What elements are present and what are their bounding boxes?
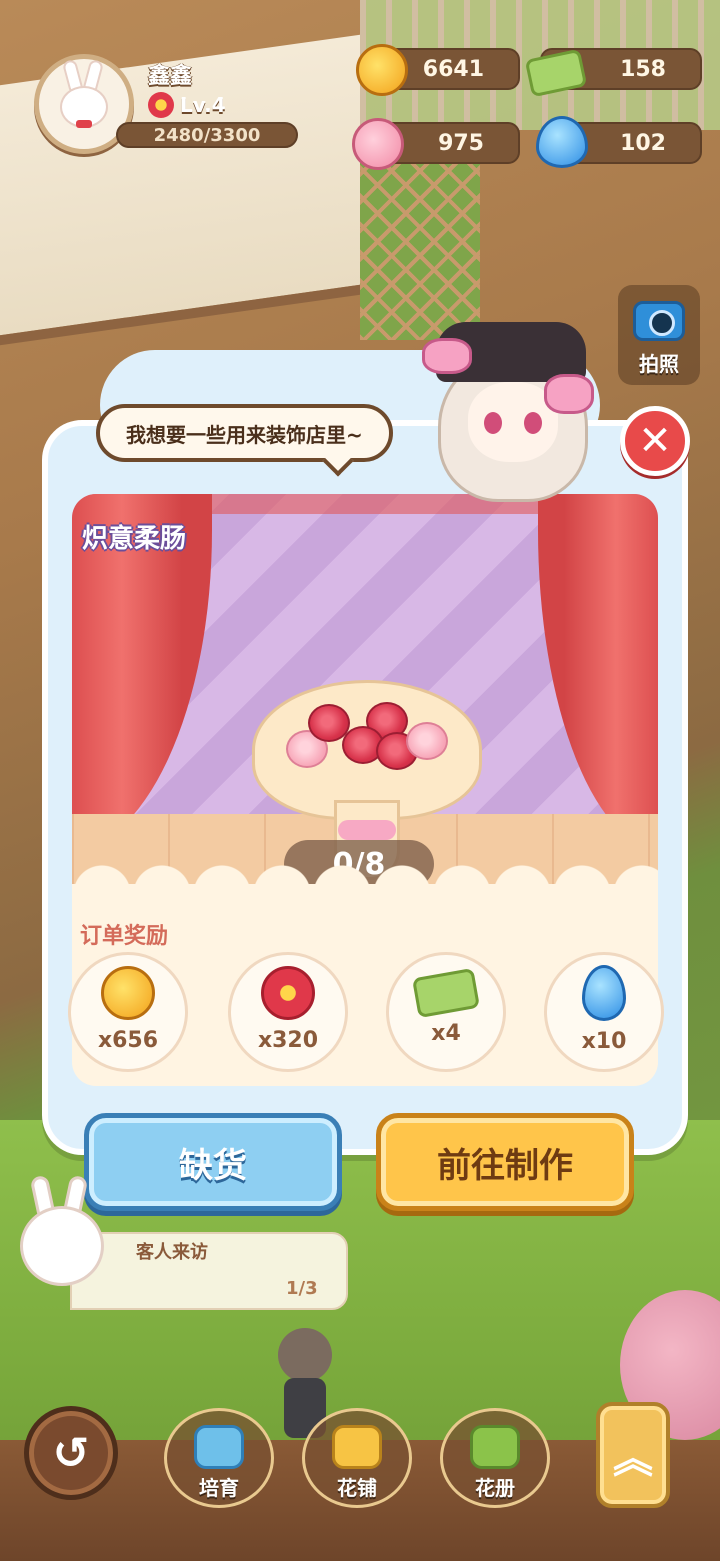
- nav-label: 花铺: [337, 1476, 377, 1500]
- xp-bar: 2480/3300: [116, 122, 298, 148]
- leaf-icon: [101, 965, 155, 1020]
- order-item-name: 炽意柔肠: [82, 524, 187, 554]
- expand-up-button[interactable]: ︽: [596, 1402, 670, 1508]
- nav-flower-shop[interactable]: 花铺: [302, 1408, 412, 1508]
- player-name: 鑫鑫: [148, 64, 193, 89]
- watering-can-icon: [194, 1425, 244, 1469]
- level-label: Lv.4: [180, 93, 226, 117]
- nav-label: 花册: [475, 1476, 515, 1500]
- reward-qty: x10: [581, 1028, 627, 1054]
- flower-icon: [261, 965, 315, 1020]
- bunny-task-icon: [10, 1174, 110, 1296]
- nav-album[interactable]: 花册: [440, 1408, 550, 1508]
- reward-item[interactable]: x320: [228, 952, 348, 1072]
- heart-icon: [352, 118, 404, 170]
- camera-label: 拍照: [639, 352, 679, 376]
- nav-cultivate[interactable]: 培育: [164, 1408, 274, 1508]
- close-icon: ✕: [638, 418, 672, 464]
- leaf-icon: [356, 44, 408, 96]
- camera-button[interactable]: 拍照: [618, 285, 700, 385]
- shop-icon: [332, 1425, 382, 1469]
- reward-item[interactable]: x10: [544, 952, 664, 1072]
- go-make-button[interactable]: 前往制作: [376, 1113, 634, 1211]
- customer-girl-character: [418, 312, 608, 502]
- reward-qty: x320: [257, 1027, 319, 1053]
- back-button[interactable]: ↺: [24, 1406, 118, 1500]
- reward-title: 订单奖励: [80, 924, 169, 949]
- back-arrow-icon: ↺: [52, 1427, 90, 1479]
- curtain-right: [538, 494, 658, 854]
- task-title: 客人来访: [136, 1242, 208, 1263]
- reward-qty: x4: [431, 1020, 461, 1046]
- reward-item[interactable]: x656: [68, 952, 188, 1072]
- customer-speech-bubble: 我想要一些用来装饰店里~: [96, 404, 393, 462]
- ticket-icon: [411, 967, 481, 1018]
- reward-qty: x656: [97, 1027, 159, 1053]
- player-level: Lv.4: [148, 92, 226, 118]
- close-button[interactable]: ✕: [620, 406, 690, 476]
- flower-icon: [148, 92, 174, 118]
- chevron-up-icon: ︽: [613, 1436, 653, 1482]
- flower-trellis: [360, 140, 480, 340]
- out-of-stock-button[interactable]: 缺货: [84, 1113, 342, 1211]
- album-icon: [470, 1425, 520, 1469]
- nav-label: 培育: [199, 1476, 239, 1500]
- water-drop-icon: [582, 964, 626, 1021]
- task-progress: 1/3: [286, 1278, 318, 1299]
- bunny-avatar-icon: [54, 58, 114, 134]
- reward-item[interactable]: x4: [386, 952, 506, 1072]
- camera-icon: [633, 301, 685, 341]
